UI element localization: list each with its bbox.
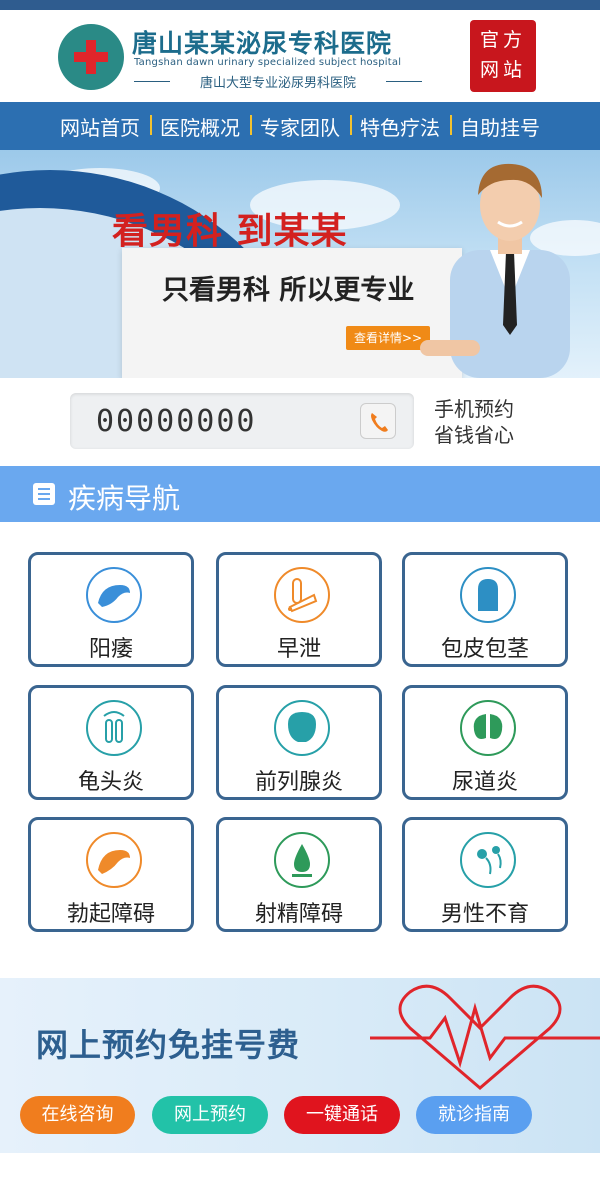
premature-icon bbox=[274, 567, 330, 623]
heartbeat-image bbox=[370, 984, 600, 1090]
section-title: 疾病导航 bbox=[68, 482, 181, 515]
hospital-subtitle: 唐山大型专业泌尿男科医院 bbox=[134, 72, 422, 91]
banner-subtitle: 只看男科 所以更专业 bbox=[162, 275, 415, 306]
main-nav: 网站首页 医院概况 专家团队 特色疗法 自助挂号 bbox=[0, 102, 600, 150]
nav-therapies[interactable]: 特色疗法 bbox=[350, 112, 450, 141]
online-booking-button[interactable]: 网上预约 bbox=[152, 1096, 268, 1134]
prostatitis-icon bbox=[274, 700, 330, 756]
nav-home[interactable]: 网站首页 bbox=[50, 112, 150, 141]
erectile-dysfunction-icon bbox=[86, 832, 142, 888]
phimosis-icon bbox=[460, 567, 516, 623]
booking-banner-title: 网上预约免挂号费 bbox=[36, 1026, 301, 1064]
disease-tile[interactable]: 阳痿 bbox=[28, 552, 194, 667]
disease-tile[interactable]: 男性不育 bbox=[402, 817, 568, 932]
disease-tile[interactable]: 前列腺炎 bbox=[216, 685, 382, 800]
phone-number-box[interactable]: 00000000 bbox=[70, 393, 414, 449]
impotence-icon bbox=[86, 567, 142, 623]
hospital-logo[interactable] bbox=[58, 24, 124, 90]
call-button[interactable]: 一键通话 bbox=[284, 1096, 400, 1134]
nav-registration[interactable]: 自助挂号 bbox=[450, 112, 550, 141]
hospital-name-en: Tangshan dawn urinary specialized subjec… bbox=[134, 57, 402, 68]
doctor-image bbox=[420, 163, 570, 378]
balanitis-icon bbox=[86, 700, 142, 756]
phone-icon[interactable] bbox=[360, 403, 396, 439]
disease-nav-header: 疾病导航 bbox=[0, 466, 600, 522]
disease-tile[interactable]: 勃起障碍 bbox=[28, 817, 194, 932]
hospital-name: 唐山某某泌尿专科医院 bbox=[132, 29, 393, 58]
infertility-icon bbox=[460, 832, 516, 888]
booking-banner: 网上预约免挂号费 在线咨询 网上预约 一键通话 就诊指南 bbox=[0, 978, 600, 1153]
site-header: 唐山某某泌尿专科医院 Tangshan dawn urinary special… bbox=[0, 10, 600, 102]
urethritis-icon bbox=[460, 700, 516, 756]
disease-tile[interactable]: 包皮包茎 bbox=[402, 552, 568, 667]
disease-tile[interactable]: 尿道炎 bbox=[402, 685, 568, 800]
online-consult-button[interactable]: 在线咨询 bbox=[20, 1096, 135, 1134]
nav-about[interactable]: 医院概况 bbox=[150, 112, 250, 141]
disease-tile[interactable]: 龟头炎 bbox=[28, 685, 194, 800]
official-site-seal[interactable]: 官方 网站 bbox=[470, 20, 536, 92]
visit-guide-button[interactable]: 就诊指南 bbox=[416, 1096, 532, 1134]
disease-tile[interactable]: 射精障碍 bbox=[216, 817, 382, 932]
disease-tile[interactable]: 早泄 bbox=[216, 552, 382, 667]
top-strip bbox=[0, 0, 600, 10]
list-icon bbox=[33, 483, 55, 505]
ejaculation-disorder-icon bbox=[274, 832, 330, 888]
banner-title: 看男科 到某某 bbox=[112, 211, 348, 252]
page-footer-space bbox=[0, 1153, 600, 1200]
phone-booking-text: 手机预约 省钱省心 bbox=[434, 397, 514, 447]
nav-experts[interactable]: 专家团队 bbox=[250, 112, 350, 141]
view-details-button[interactable]: 查看详情>> bbox=[346, 326, 430, 350]
hero-banner[interactable]: 看男科 到某某 只看男科 所以更专业 查看详情>> bbox=[0, 150, 600, 378]
phone-number: 00000000 bbox=[96, 404, 257, 439]
